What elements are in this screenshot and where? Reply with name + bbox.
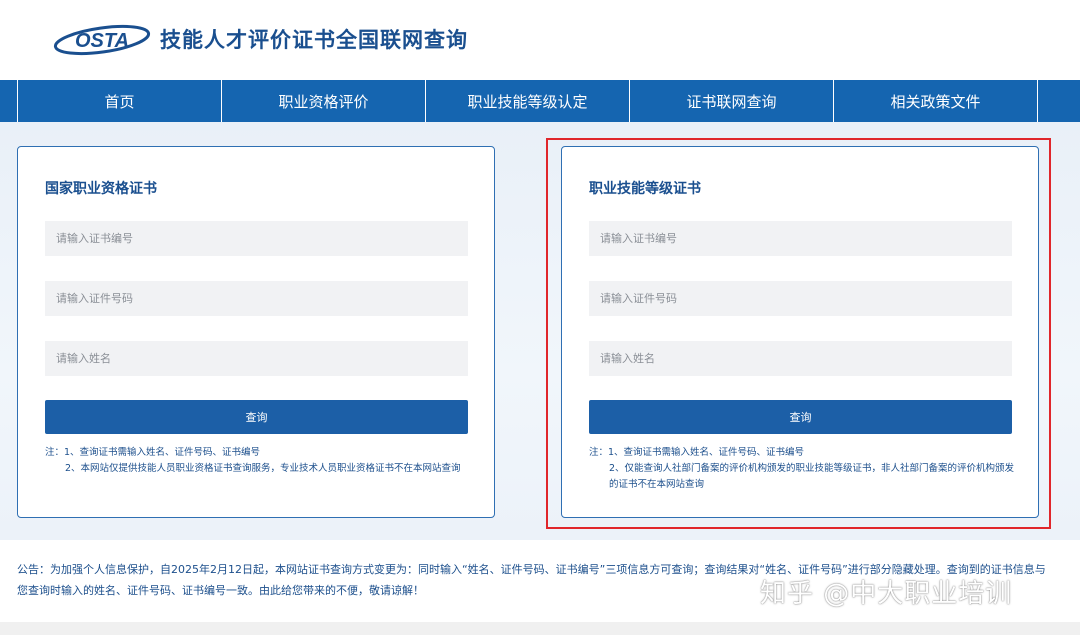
id-number-input[interactable] xyxy=(589,281,1012,316)
card-title: 职业技能等级证书 xyxy=(589,181,701,197)
id-number-input[interactable] xyxy=(45,281,468,316)
certificate-number-input[interactable] xyxy=(589,221,1012,256)
query-button[interactable]: 查询 xyxy=(45,400,468,434)
certificate-number-input[interactable] xyxy=(45,221,468,256)
name-input[interactable] xyxy=(589,341,1012,376)
note-line: 2、本网站仅提供技能人员职业资格证书查询服务，专业技术人员职业资格证书不在本网站… xyxy=(65,463,461,474)
watermark: 知乎 @中大职业培训 xyxy=(760,579,1013,609)
site-title: 技能人才评价证书全国联网查询 xyxy=(160,28,468,52)
note-line: 注：1、查询证书需输入姓名、证件号码、证书编号 xyxy=(45,447,261,458)
skill-level-certificate-card: 职业技能等级证书 查询 注：1、查询证书需输入姓名、证件号码、证书编号 2、仅能… xyxy=(561,146,1039,518)
main-nav: 首页 职业资格评价 职业技能等级认定 证书联网查询 相关政策文件 xyxy=(0,80,1080,122)
query-button[interactable]: 查询 xyxy=(589,400,1012,434)
nav-left-spacer xyxy=(0,80,18,122)
site-header: OSTA 技能人才评价证书全国联网查询 xyxy=(0,0,1080,80)
main-content: 国家职业资格证书 查询 注：1、查询证书需输入姓名、证件号码、证书编号 2、本网… xyxy=(0,122,1080,540)
svg-text:OSTA: OSTA xyxy=(75,30,129,52)
name-input[interactable] xyxy=(45,341,468,376)
nav-item-policy-documents[interactable]: 相关政策文件 xyxy=(834,80,1038,122)
nav-item-home[interactable]: 首页 xyxy=(18,80,222,122)
nav-item-qualification-evaluation[interactable]: 职业资格评价 xyxy=(222,80,426,122)
nav-item-certificate-query[interactable]: 证书联网查询 xyxy=(630,80,834,122)
note-line: 2、仅能查询人社部门备案的评价机构颁发的职业技能等级证书，非人社部门备案的评价机… xyxy=(609,463,1015,490)
notes: 注：1、查询证书需输入姓名、证件号码、证书编号 2、仅能查询人社部门备案的评价机… xyxy=(589,445,1019,493)
footer-strip xyxy=(0,622,1080,635)
nav-item-skill-level-certification[interactable]: 职业技能等级认定 xyxy=(426,80,630,122)
note-line: 注：1、查询证书需输入姓名、证件号码、证书编号 xyxy=(589,447,805,458)
osta-logo[interactable]: OSTA xyxy=(52,22,152,58)
notes: 注：1、查询证书需输入姓名、证件号码、证书编号 2、本网站仅提供技能人员职业资格… xyxy=(45,445,475,477)
card-title: 国家职业资格证书 xyxy=(45,181,157,197)
qualification-certificate-card: 国家职业资格证书 查询 注：1、查询证书需输入姓名、证件号码、证书编号 2、本网… xyxy=(17,146,495,518)
